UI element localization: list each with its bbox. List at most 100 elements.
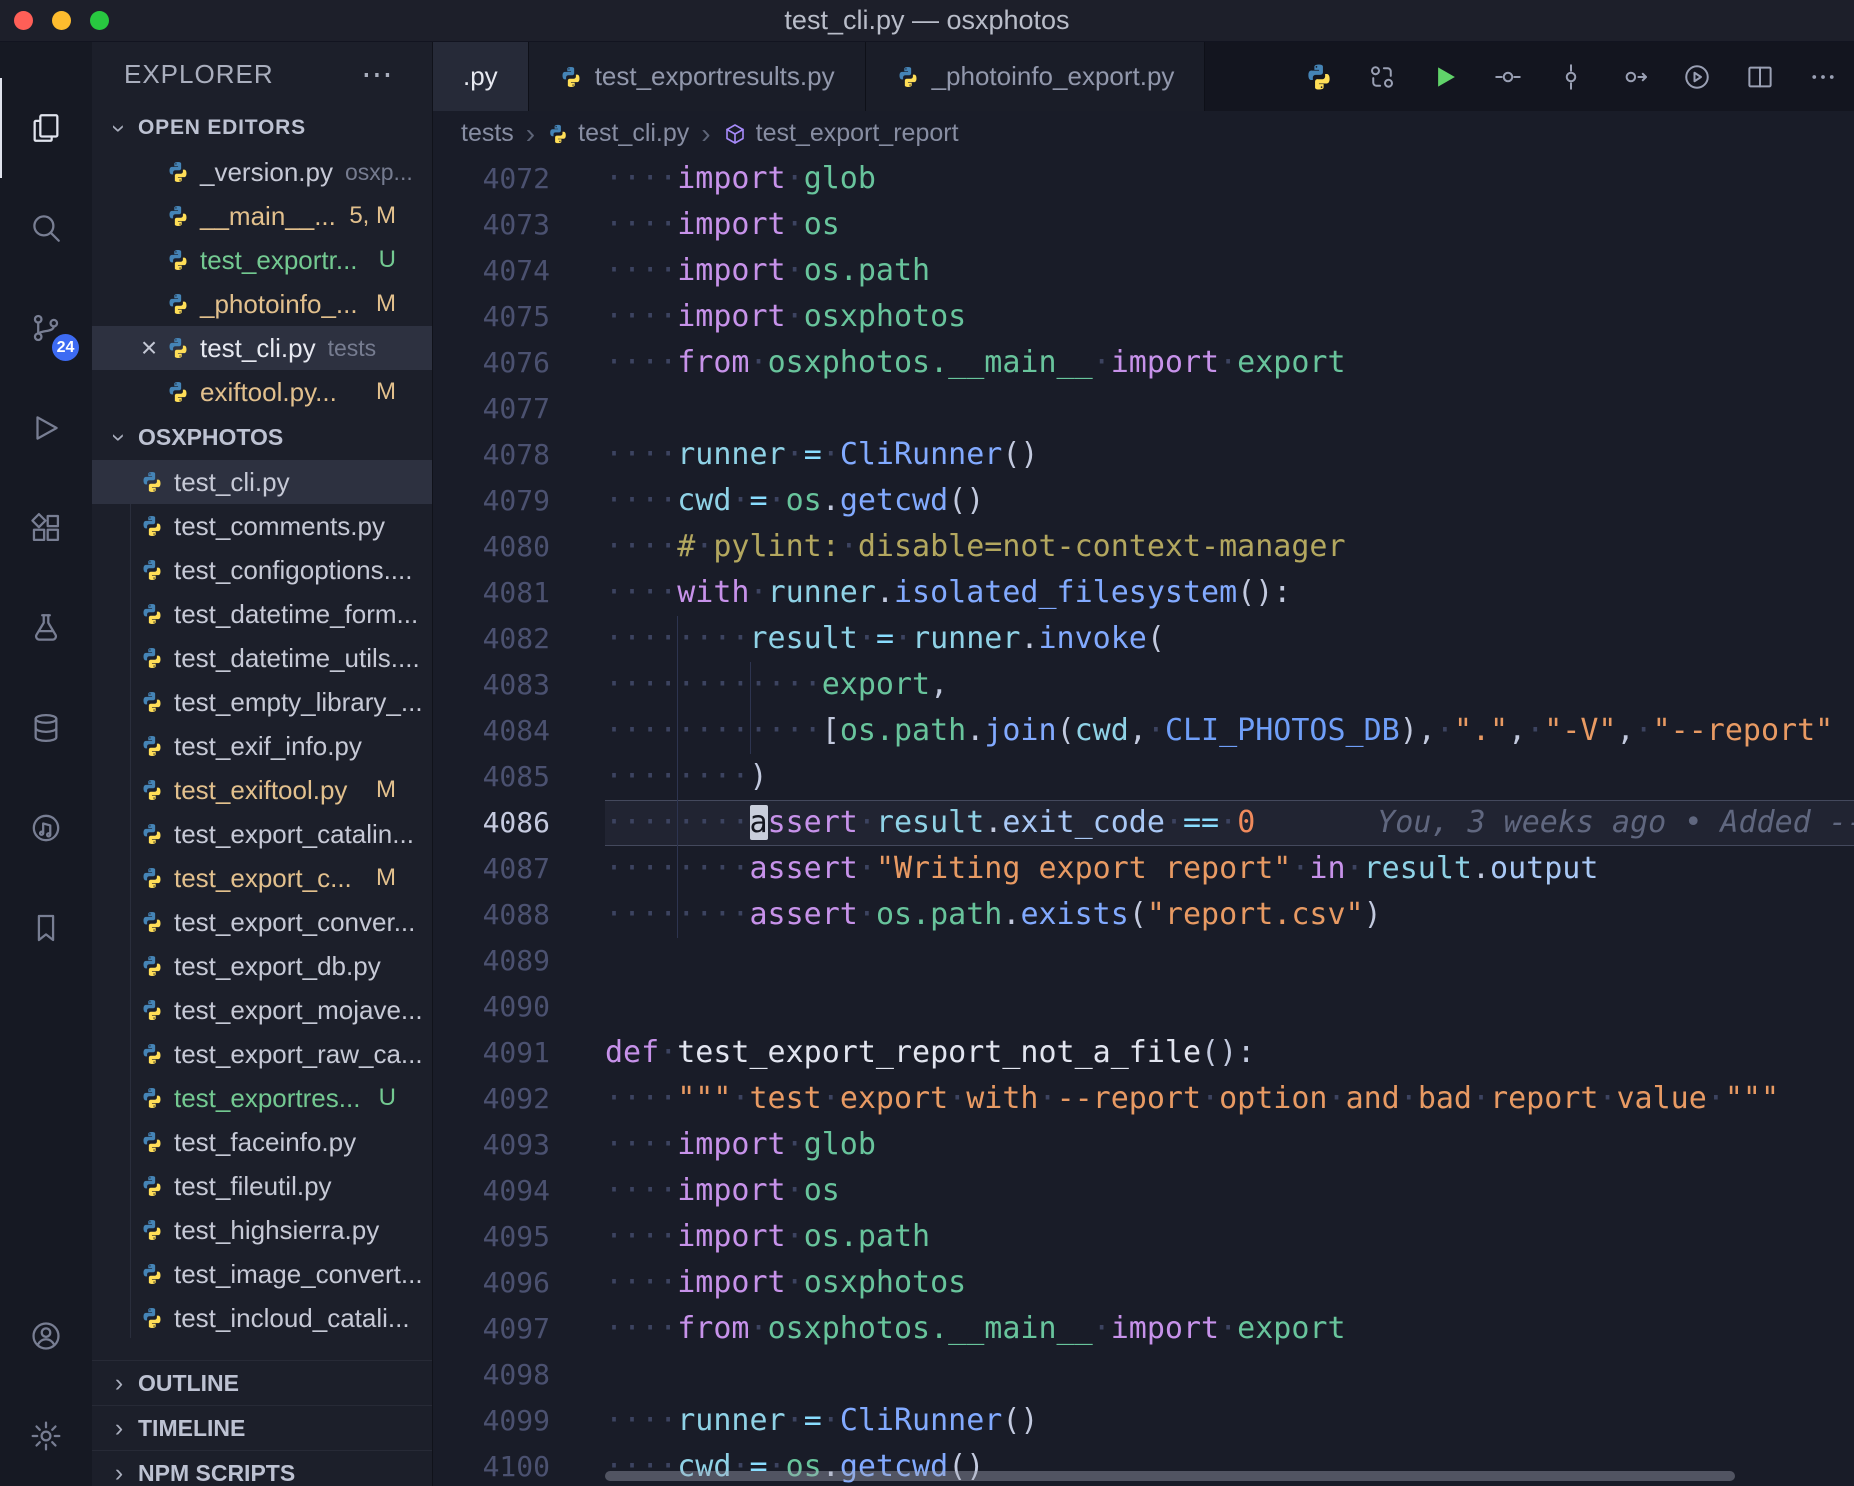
activity-testing[interactable] xyxy=(0,578,92,678)
tree-item[interactable]: test_export_catalin... xyxy=(92,812,432,856)
tree-item[interactable]: test_comments.py xyxy=(92,504,432,548)
line-content[interactable]: ····from·osxphotos.__main__·import·expor… xyxy=(605,1306,1854,1352)
tree-item[interactable]: test_configoptions.... xyxy=(92,548,432,592)
line-content[interactable] xyxy=(605,984,1854,1030)
close-icon[interactable]: × xyxy=(132,332,166,364)
line-content[interactable] xyxy=(605,1352,1854,1398)
editor-tab[interactable]: _photoinfo_export.py xyxy=(866,42,1206,111)
line-content[interactable]: ············export, xyxy=(605,662,1854,708)
activity-account[interactable] xyxy=(0,1286,92,1386)
activity-extensions[interactable] xyxy=(0,478,92,578)
tree-item[interactable]: test_highsierra.py xyxy=(92,1208,432,1252)
line-number[interactable]: 4095 xyxy=(433,1214,605,1260)
line-number[interactable]: 4090 xyxy=(433,984,605,1030)
activity-database[interactable] xyxy=(0,678,92,778)
line-content[interactable]: ····import·os xyxy=(605,1168,1854,1214)
line-content[interactable]: ········assert·result.exit_code·==·0You,… xyxy=(605,800,1854,846)
open-editor-item[interactable]: exiftool.py...M xyxy=(92,370,432,414)
tree-item[interactable]: test_cli.py xyxy=(92,460,432,504)
run-inline-button[interactable] xyxy=(1493,62,1523,92)
line-content[interactable]: ····import·os.path xyxy=(605,248,1854,294)
more-actions-button[interactable] xyxy=(1808,62,1838,92)
open-changes-button[interactable] xyxy=(1367,62,1397,92)
line-number[interactable]: 4080 xyxy=(433,524,605,570)
activity-settings[interactable] xyxy=(0,1386,92,1486)
line-number[interactable]: 4096 xyxy=(433,1260,605,1306)
open-editor-item[interactable]: _version.pyosxp... xyxy=(92,150,432,194)
line-content[interactable]: ····import·osxphotos xyxy=(605,1260,1854,1306)
line-number[interactable]: 4089 xyxy=(433,938,605,984)
code-editor[interactable]: 4072····import·glob4073····import·os4074… xyxy=(433,156,1854,1486)
tree-item[interactable]: test_empty_library_... xyxy=(92,680,432,724)
line-number[interactable]: 4092 xyxy=(433,1076,605,1122)
line-content[interactable]: ············[os.path.join(cwd,·CLI_PHOTO… xyxy=(605,708,1854,754)
line-number[interactable]: 4075 xyxy=(433,294,605,340)
tree-item[interactable]: test_export_c...M xyxy=(92,856,432,900)
run-python-file-button[interactable] xyxy=(1430,62,1460,92)
breadcrumb-item[interactable]: tests xyxy=(461,119,514,148)
tree-item[interactable]: test_exiftool.pyM xyxy=(92,768,432,812)
line-content[interactable]: ····import·osxphotos xyxy=(605,294,1854,340)
line-number[interactable]: 4074 xyxy=(433,248,605,294)
tree-item[interactable]: test_faceinfo.py xyxy=(92,1120,432,1164)
line-content[interactable]: ····from·osxphotos.__main__·import·expor… xyxy=(605,340,1854,386)
open-editor-item[interactable]: ×test_cli.pytests xyxy=(92,326,432,370)
editor-tab[interactable]: .py xyxy=(433,42,529,111)
line-number[interactable]: 4098 xyxy=(433,1352,605,1398)
line-number[interactable]: 4081 xyxy=(433,570,605,616)
more-actions-icon[interactable]: ⋯ xyxy=(361,55,394,93)
tree-item[interactable]: test_incloud_catali... xyxy=(92,1296,432,1340)
line-number[interactable]: 4085 xyxy=(433,754,605,800)
section-npm-scripts[interactable]: ›NPM SCRIPTS xyxy=(92,1450,432,1486)
line-number[interactable]: 4079 xyxy=(433,478,605,524)
line-number[interactable]: 4073 xyxy=(433,202,605,248)
tree-item[interactable]: test_export_mojave... xyxy=(92,988,432,1032)
section-outline[interactable]: ›OUTLINE xyxy=(92,1360,432,1405)
line-content[interactable]: ····runner·=·CliRunner() xyxy=(605,432,1854,478)
line-content[interactable]: ····cwd·=·os.getcwd() xyxy=(605,478,1854,524)
line-number[interactable]: 4086 xyxy=(433,800,605,846)
tree-item[interactable]: test_export_raw_ca... xyxy=(92,1032,432,1076)
activity-explorer[interactable] xyxy=(0,78,92,178)
tree-item[interactable]: test_exportres...U xyxy=(92,1076,432,1120)
line-content[interactable]: ····import·os.path xyxy=(605,1214,1854,1260)
activity-notebook[interactable] xyxy=(0,778,92,878)
breakpoint-button[interactable] xyxy=(1556,62,1586,92)
line-content[interactable]: ····import·glob xyxy=(605,1122,1854,1168)
line-content[interactable]: ····#·pylint:·disable=not-context-manage… xyxy=(605,524,1854,570)
line-content[interactable]: ····"""·test·export·with·--report·option… xyxy=(605,1076,1854,1122)
go-to-button[interactable] xyxy=(1619,62,1649,92)
activity-bookmarks[interactable] xyxy=(0,878,92,978)
line-number[interactable]: 4088 xyxy=(433,892,605,938)
line-content[interactable]: def·test_export_report_not_a_file(): xyxy=(605,1030,1854,1076)
tree-item[interactable]: test_datetime_form... xyxy=(92,592,432,636)
tree-item[interactable]: test_image_convert... xyxy=(92,1252,432,1296)
tree-item[interactable]: test_export_db.py xyxy=(92,944,432,988)
line-content[interactable]: ········assert·"Writing export report"·i… xyxy=(605,846,1854,892)
line-content[interactable]: ····import·glob xyxy=(605,156,1854,202)
run-and-debug-button[interactable] xyxy=(1682,62,1712,92)
line-number[interactable]: 4099 xyxy=(433,1398,605,1444)
python-extension-button[interactable] xyxy=(1304,62,1334,92)
activity-source-control[interactable]: 24 xyxy=(0,278,92,378)
line-content[interactable]: ········result·=·runner.invoke( xyxy=(605,616,1854,662)
horizontal-scrollbar[interactable] xyxy=(605,1471,1735,1481)
open-editor-item[interactable]: test_exportr...U xyxy=(92,238,432,282)
open-editors-section-header[interactable]: › OPEN EDITORS xyxy=(92,106,432,150)
breadcrumb-item[interactable]: test_cli.py xyxy=(547,119,689,148)
project-section-header[interactable]: › OSXPHOTOS xyxy=(92,414,432,460)
activity-run-and-debug[interactable] xyxy=(0,378,92,478)
line-number[interactable]: 4076 xyxy=(433,340,605,386)
line-content[interactable]: ····with·runner.isolated_filesystem(): xyxy=(605,570,1854,616)
section-timeline[interactable]: ›TIMELINE xyxy=(92,1405,432,1450)
line-number[interactable]: 4091 xyxy=(433,1030,605,1076)
open-editor-item[interactable]: __main__...5, M xyxy=(92,194,432,238)
line-number[interactable]: 4093 xyxy=(433,1122,605,1168)
line-number[interactable]: 4097 xyxy=(433,1306,605,1352)
line-number[interactable]: 4094 xyxy=(433,1168,605,1214)
line-number[interactable]: 4078 xyxy=(433,432,605,478)
activity-search[interactable] xyxy=(0,178,92,278)
tree-item[interactable]: test_export_conver... xyxy=(92,900,432,944)
line-content[interactable] xyxy=(605,938,1854,984)
line-content[interactable]: ········) xyxy=(605,754,1854,800)
